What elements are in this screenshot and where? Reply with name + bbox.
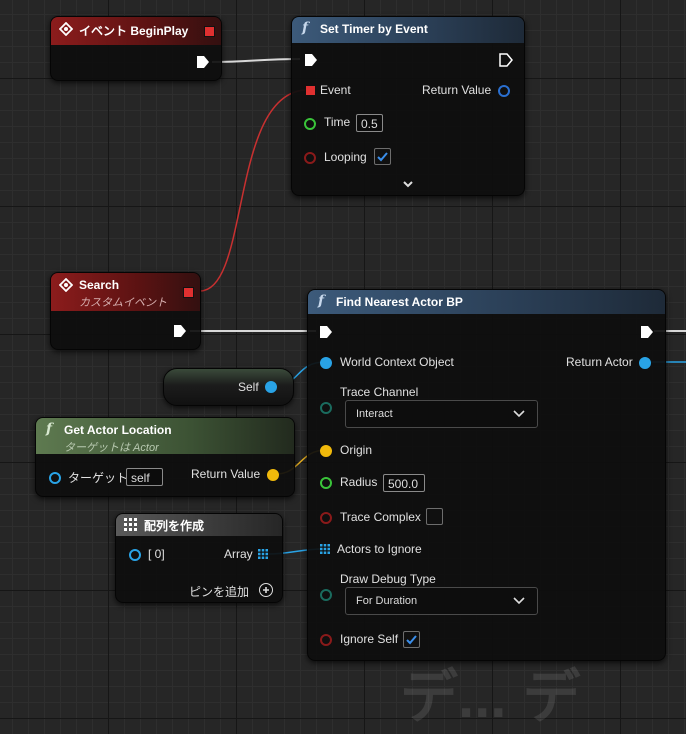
node-title: イベント BeginPlay [79,24,189,38]
node-title: Find Nearest Actor BP [336,295,463,309]
array-grid-icon[interactable] [258,549,268,559]
return-value-label: Return Value [422,83,492,97]
dropdown-value: Interact [356,408,393,420]
ignore-self-label: Ignore Self [340,632,399,646]
set-timer-node[interactable]: f Set Timer by Event Event Return Value … [291,16,525,196]
check-icon [406,635,417,645]
node-subtitle: ターゲットは Actor [64,442,159,454]
add-pin-icon[interactable] [259,583,273,597]
trace-channel-dropdown[interactable]: Interact [345,400,538,428]
time-label: Time [324,115,351,129]
trace-channel-pin[interactable] [320,402,332,414]
exec-out-pin[interactable] [196,55,210,69]
trace-complex-pin[interactable] [320,512,332,524]
event-diamond-icon [59,22,73,36]
background-watermark-text: デ... デ [400,665,581,730]
array-index-label: [ 0] [148,547,165,561]
chevron-down-icon[interactable] [402,179,414,189]
return-actor-pin[interactable] [639,357,651,369]
exec-out-pin[interactable] [640,325,654,339]
self-label: Self [238,380,259,394]
actors-ignore-label: Actors to Ignore [337,542,422,556]
add-pin-label[interactable]: ピンを追加 [189,583,249,600]
target-input[interactable]: self [126,468,163,486]
node-title: Set Timer by Event [320,22,428,36]
draw-debug-pin[interactable] [320,589,332,601]
chevron-down-icon [513,597,525,605]
origin-label: Origin [340,443,373,457]
target-pin[interactable] [49,472,61,484]
radius-pin[interactable] [320,477,332,489]
trace-channel-label: Trace Channel [340,385,419,399]
draw-debug-dropdown[interactable]: For Duration [345,587,538,615]
return-value-pin[interactable] [267,469,279,481]
dropdown-value: For Duration [356,595,418,607]
exec-out-pin[interactable] [499,53,513,67]
node-title: Search [79,278,120,292]
trace-complex-checkbox[interactable] [426,508,443,525]
origin-pin[interactable] [320,445,332,457]
draw-debug-label: Draw Debug Type [340,572,436,586]
check-icon [377,152,388,162]
world-context-pin[interactable] [320,357,332,369]
find-nearest-actor-node[interactable]: f Find Nearest Actor BP World Context Ob… [307,289,666,661]
make-array-node[interactable]: 配列を作成 [ 0] Array ピンを追加 [115,513,283,603]
event-delegate-wire [199,89,306,292]
event-diamond-icon [59,278,73,292]
return-actor-label: Return Actor [566,355,633,369]
event-beginplay-node[interactable]: イベント BeginPlay [50,16,222,81]
get-actor-location-node[interactable]: f Get Actor Location ターゲットは Actor ターゲット … [35,417,295,497]
array-grid-icon[interactable] [320,544,330,554]
looping-pin[interactable] [304,152,316,164]
function-icon: f [302,20,309,36]
node-title: Get Actor Location [64,423,172,437]
looping-label: Looping [324,150,367,164]
looping-checkbox[interactable] [374,148,391,165]
node-header: イベント BeginPlay [51,17,221,45]
self-output-pin[interactable] [265,381,277,393]
chevron-down-icon [513,410,525,418]
exec-in-pin[interactable] [319,325,333,339]
function-icon: f [46,421,53,437]
array-grid-icon [124,518,137,531]
world-context-label: World Context Object [340,355,454,369]
time-pin[interactable] [304,118,316,130]
delegate-pin[interactable] [183,287,194,298]
node-subtitle: カスタムイベント [79,297,167,309]
node-header: f Find Nearest Actor BP [308,290,665,314]
search-event-node[interactable]: Search カスタムイベント [50,272,201,350]
node-header: 配列を作成 [116,514,282,536]
return-value-label: Return Value [191,467,261,481]
node-title: 配列を作成 [144,519,205,533]
return-value-pin[interactable] [498,85,510,97]
radius-input[interactable]: 500.0 [383,474,425,492]
ignore-self-checkbox[interactable] [403,631,420,648]
time-input[interactable]: 0.5 [356,114,383,132]
event-pin[interactable] [306,86,315,95]
exec-in-pin[interactable] [304,53,318,67]
target-label: ターゲット [68,471,129,485]
event-pin-label: Event [320,83,351,97]
node-header: f Set Timer by Event [292,17,524,43]
exec-wire-beginplay [211,58,301,63]
node-header: Search カスタムイベント [51,273,200,311]
trace-complex-label: Trace Complex [340,510,421,524]
function-icon: f [318,293,325,309]
node-header: f Get Actor Location ターゲットは Actor [36,418,294,454]
radius-label: Radius [340,475,378,489]
delegate-pin[interactable] [204,26,215,37]
array-element-pin[interactable] [129,549,141,561]
exec-out-pin[interactable] [173,324,187,338]
ignore-self-pin[interactable] [320,634,332,646]
array-output-label: Array [224,547,253,561]
self-node[interactable]: Self [163,368,294,406]
